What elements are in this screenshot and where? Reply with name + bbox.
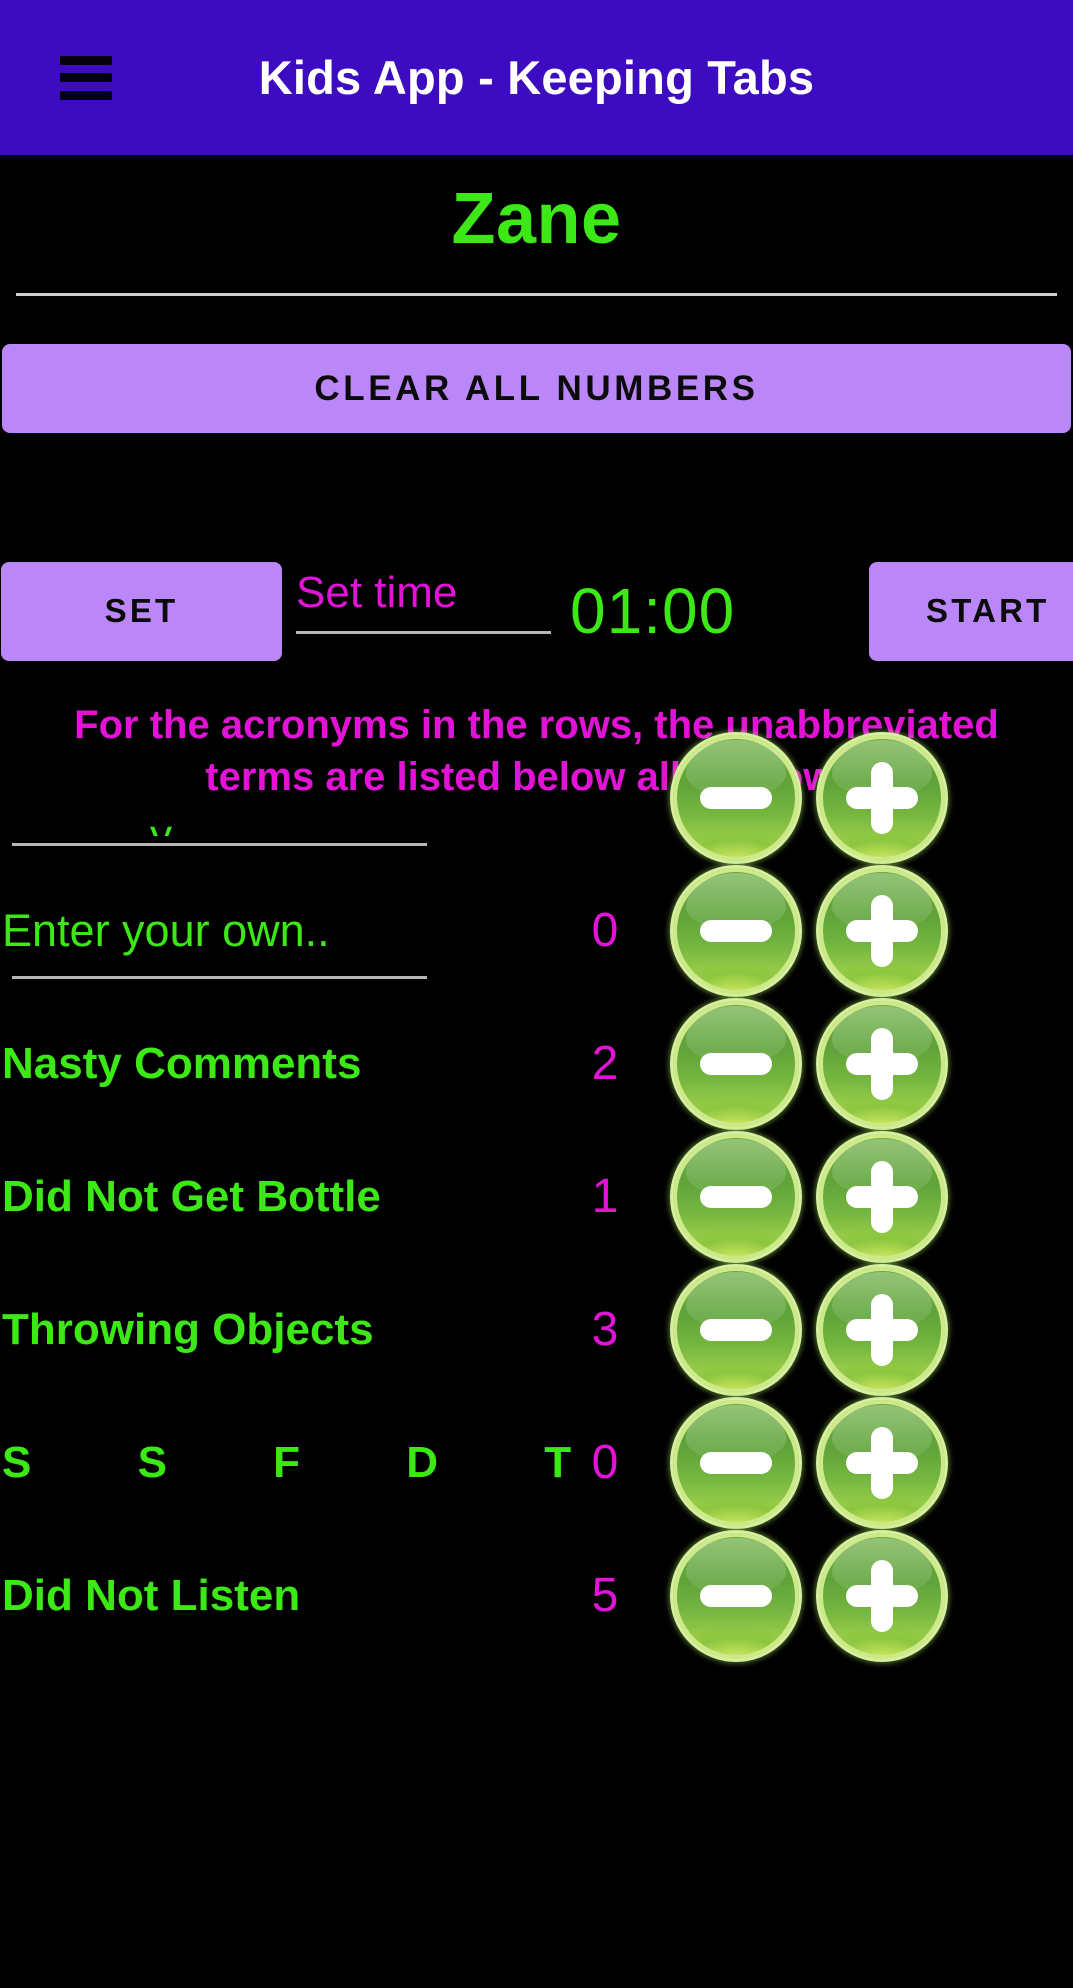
behavior-count: 2: [591, 1036, 619, 1090]
clear-all-numbers-button[interactable]: CLEAR ALL NUMBERS: [2, 344, 1071, 433]
behavior-row-buttons: [670, 1130, 948, 1263]
behavior-row: Throwing Objects 3: [0, 1263, 1073, 1396]
app-title: Kids App - Keeping Tabs: [258, 51, 815, 104]
behavior-label-text: Enter your own..: [2, 905, 330, 956]
behavior-row: Did Not Get Bottle 1: [0, 1130, 1073, 1263]
behavior-label: S S F D T: [0, 1396, 571, 1529]
child-name-value[interactable]: Zane: [0, 183, 1073, 255]
plus-icon[interactable]: [816, 864, 948, 997]
behavior-label: Did Not Get Bottle: [0, 1130, 540, 1263]
hamburger-menu-icon[interactable]: [60, 55, 112, 100]
child-name-field[interactable]: Zane: [0, 155, 1073, 296]
behavior-label: Throwing Objects: [0, 1263, 540, 1396]
plus-icon[interactable]: [816, 1130, 948, 1263]
behavior-label: Did Not Listen: [0, 1529, 540, 1662]
behavior-row-buttons: [670, 731, 948, 864]
behavior-row: Nasty Comments 2: [0, 997, 1073, 1130]
hamburger-bar-3: [60, 90, 112, 100]
set-time-placeholder: Set time: [296, 568, 458, 617]
behavior-row-buttons: [670, 1529, 948, 1662]
behavior-count: 3: [591, 1302, 619, 1356]
clipped-row-text-stub: y: [150, 814, 172, 836]
behavior-label: Nasty Comments: [0, 997, 540, 1130]
minus-icon[interactable]: [670, 1396, 802, 1529]
behavior-label-text: Throwing Objects: [2, 1304, 374, 1354]
timer-row: SET Set time 01:00 START: [0, 561, 1073, 661]
minus-icon[interactable]: [670, 997, 802, 1130]
behavior-label-underline: [12, 843, 427, 846]
minus-icon[interactable]: [670, 1263, 802, 1396]
behavior-count: 1: [591, 1169, 619, 1223]
set-time-underline: [296, 631, 551, 634]
plus-icon[interactable]: [816, 997, 948, 1130]
behavior-rows-list: y Enter your own.. 0 Nasty Comments 2 Did Not…: [0, 731, 1073, 1662]
minus-icon[interactable]: [670, 864, 802, 997]
behavior-row: Enter your own.. 0: [0, 864, 1073, 997]
hamburger-bar-2: [60, 73, 112, 82]
behavior-row: S S F D T0: [0, 1396, 1073, 1529]
plus-icon[interactable]: [816, 1396, 948, 1529]
behavior-row: y: [0, 731, 1073, 864]
behavior-row-buttons: [670, 864, 948, 997]
timer-display: 01:00: [570, 575, 736, 647]
behavior-row-buttons: [670, 1396, 948, 1529]
clear-all-wrapper: CLEAR ALL NUMBERS: [0, 296, 1073, 433]
minus-icon[interactable]: [670, 731, 802, 864]
plus-icon[interactable]: [816, 1529, 948, 1662]
app-bar: Kids App - Keeping Tabs: [0, 0, 1073, 155]
behavior-row-buttons: [670, 1263, 948, 1396]
behavior-label-input[interactable]: Enter your own..: [0, 864, 540, 997]
behavior-label-text: Did Not Listen: [2, 1570, 301, 1620]
hamburger-bar-1: [60, 55, 112, 65]
minus-icon[interactable]: [670, 1130, 802, 1263]
behavior-label-input[interactable]: y: [0, 731, 540, 864]
set-time-input[interactable]: Set time: [296, 561, 554, 634]
behavior-label-text: S S F D T: [2, 1437, 619, 1487]
behavior-count: 5: [591, 1568, 619, 1622]
set-timer-button[interactable]: SET: [1, 561, 282, 661]
plus-icon[interactable]: [816, 731, 948, 864]
plus-icon[interactable]: [816, 1263, 948, 1396]
start-timer-button[interactable]: START: [869, 561, 1073, 661]
behavior-row-buttons: [670, 997, 948, 1130]
behavior-row: Did Not Listen 5: [0, 1529, 1073, 1662]
behavior-label-underline: [12, 976, 427, 979]
minus-icon[interactable]: [670, 1529, 802, 1662]
behavior-label-text: Nasty Comments: [2, 1038, 362, 1088]
behavior-count: 0: [591, 903, 619, 957]
behavior-label-text: Did Not Get Bottle: [2, 1171, 381, 1221]
